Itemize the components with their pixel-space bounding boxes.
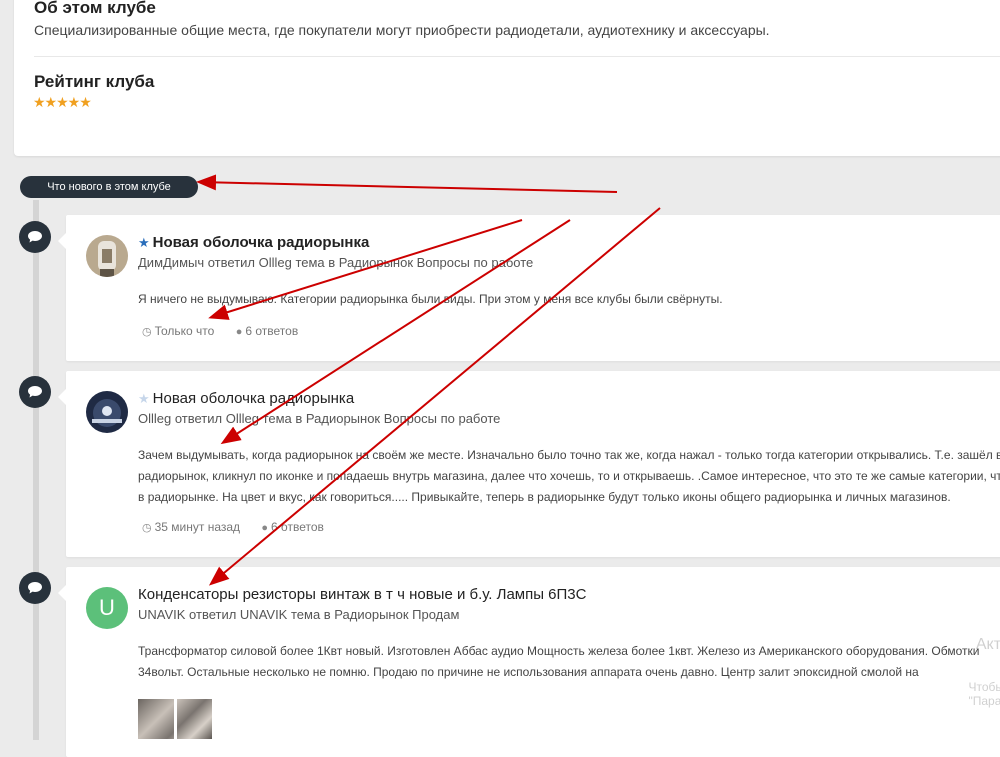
post-excerpt-line: 34вольт. Остальные несколько не помню. П…: [138, 665, 919, 679]
post-meta[interactable]: ДимДимыч ответил Ollleg тема в Радиорыно…: [138, 255, 533, 270]
rating-title: Рейтинг клуба: [34, 72, 155, 91]
comment-icon: ●: [235, 326, 243, 338]
activation-watermark-sub: Чтобы "Пара: [968, 680, 1000, 708]
whats-new-header: Что нового в этом клубе: [20, 176, 198, 198]
user-avatar[interactable]: [86, 235, 128, 277]
post-meta[interactable]: Ollleg ответил Ollleg тема в Радиорынок …: [138, 411, 500, 426]
annotation-arrow: [196, 174, 618, 193]
activity-post: ★ Новая оболочка радиорынка Ollleg ответи…: [58, 371, 1000, 557]
activity-post: ★ Новая оболочка радиорынка ДимДимыч отве…: [58, 215, 1000, 361]
activation-watermark: Акти: [976, 636, 1000, 654]
post-excerpt-line: Я ничего не выдумываю. Категории радиоры…: [138, 292, 723, 306]
post-excerpt-line: радиорынок, кликнул по иконке и попадаеш…: [138, 469, 1000, 483]
comment-icon: ●: [261, 522, 269, 534]
post-title[interactable]: ★ Новая оболочка радиорынка: [138, 234, 369, 251]
post-excerpt: Я ничего не выдумываю. Категории радиоры…: [138, 289, 723, 310]
post-replies-text[interactable]: 6 ответов: [245, 324, 298, 338]
timeline-comment-icon: [19, 572, 51, 604]
post-title[interactable]: ★ Новая оболочка радиорынка: [138, 390, 354, 407]
timeline-comment-icon: [19, 376, 51, 408]
post-replies[interactable]: ● 6 ответов: [236, 324, 299, 338]
timeline-line: [33, 200, 39, 740]
post-time[interactable]: ◷ 35 минут назад: [142, 520, 240, 534]
post-title-text[interactable]: Новая оболочка радиорынка: [153, 234, 370, 251]
thumbnail-divider: [174, 699, 177, 739]
watermark-line: "Пара: [968, 694, 1000, 708]
attachment-thumbnail[interactable]: [138, 699, 212, 739]
post-time-text[interactable]: Только что: [155, 324, 215, 338]
post-title-text[interactable]: Новая оболочка радиорынка: [153, 390, 355, 407]
user-avatar[interactable]: [86, 391, 128, 433]
about-description: Специализированные общие места, где поку…: [34, 22, 770, 38]
about-club-card: Об этом клубе Специализированные общие м…: [14, 0, 1000, 156]
post-excerpt: Зачем выдумывать, когда радиорынок на св…: [138, 445, 1000, 508]
activity-post: U Конденсаторы резисторы винтаж в т ч но…: [58, 567, 1000, 757]
post-title[interactable]: Конденсаторы резисторы винтаж в т ч новы…: [138, 586, 586, 603]
star-icon: ★: [138, 391, 150, 406]
clock-icon: ◷: [142, 522, 152, 534]
divider: [34, 56, 1000, 57]
watermark-line: Акти: [975, 636, 1000, 653]
avatar-letter: U: [99, 595, 115, 620]
post-excerpt-line: Трансформатор силовой более 1Квт новый. …: [138, 644, 980, 658]
watermark-line: Чтобы: [968, 680, 1000, 694]
post-stats: ◷ 35 минут назад ● 6 ответов: [142, 520, 342, 534]
post-stats: ◷ Только что ● 6 ответов: [142, 324, 316, 338]
post-replies[interactable]: ● 6 ответов: [261, 520, 324, 534]
post-time[interactable]: ◷ Только что: [142, 324, 214, 338]
user-avatar[interactable]: U: [86, 587, 128, 629]
post-replies-text[interactable]: 6 ответов: [271, 520, 324, 534]
rating-stars-icon: ★★★★★: [33, 94, 92, 110]
post-excerpt-line: в радиорынке. На цвет и вкус, как говори…: [138, 490, 951, 504]
post-excerpt-line: Зачем выдумывать, когда радиорынок на св…: [138, 448, 1000, 462]
clock-icon: ◷: [142, 326, 152, 338]
post-time-text[interactable]: 35 минут назад: [155, 520, 240, 534]
featured-star-icon: ★: [138, 235, 150, 250]
post-excerpt: Трансформатор силовой более 1Квт новый. …: [138, 641, 979, 683]
post-meta[interactable]: UNAVIK ответил UNAVIK тема в Радиорынок …: [138, 607, 459, 622]
about-title: Об этом клубе: [34, 0, 156, 17]
timeline-comment-icon: [19, 221, 51, 253]
